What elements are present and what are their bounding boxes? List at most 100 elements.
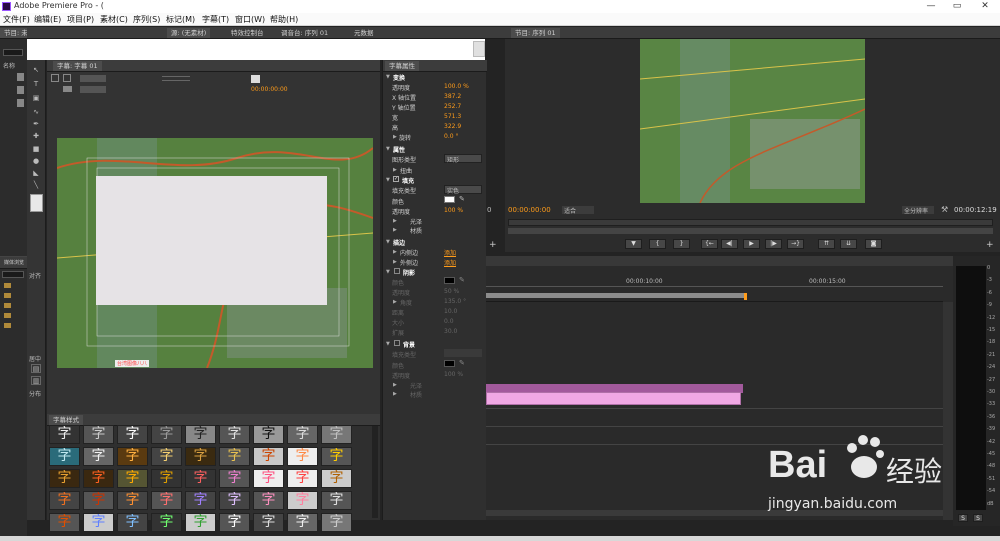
title-style-thumbnail[interactable]: 字 bbox=[83, 425, 114, 444]
path-type-tool-icon[interactable]: ∿ bbox=[31, 108, 41, 117]
area-type-tool-icon[interactable]: ▣ bbox=[31, 94, 41, 103]
title-style-thumbnail[interactable]: 字 bbox=[83, 491, 114, 510]
program-video-frame[interactable] bbox=[640, 39, 865, 203]
shadow-color-swatch[interactable] bbox=[444, 277, 455, 284]
title-style-thumbnail[interactable]: 字 bbox=[49, 491, 80, 510]
bg-opacity-value[interactable]: 100 % bbox=[444, 371, 463, 378]
shadow-opacity-value[interactable]: 50 % bbox=[444, 288, 459, 295]
show-video-icon[interactable] bbox=[251, 75, 260, 83]
title-white-rectangle[interactable] bbox=[96, 176, 327, 305]
effects-search-input[interactable] bbox=[2, 271, 24, 278]
program-timecode-left[interactable]: 00:00:00:00 bbox=[508, 206, 551, 214]
tab-title-properties[interactable]: 字幕属性 bbox=[385, 61, 419, 71]
title-style-thumbnail[interactable]: 字 bbox=[219, 469, 250, 488]
expand-icon[interactable]: ▶ bbox=[393, 227, 397, 233]
menu-sequence[interactable]: 序列(S) bbox=[133, 14, 160, 25]
go-to-in-icon[interactable]: {← bbox=[701, 239, 718, 249]
title-style-thumbnail[interactable]: 字 bbox=[117, 491, 148, 510]
title-style-thumbnail[interactable]: 字 bbox=[321, 513, 352, 532]
title-style-thumbnail[interactable]: 字 bbox=[185, 469, 216, 488]
title-style-thumbnail[interactable]: 字 bbox=[151, 447, 182, 466]
tab-media-browser[interactable]: 媒体浏览 bbox=[0, 258, 28, 268]
center-horizontal-icon[interactable]: ▤ bbox=[31, 364, 41, 373]
title-style-thumbnail[interactable]: 字 bbox=[287, 513, 318, 532]
background-checkbox[interactable] bbox=[394, 340, 400, 346]
project-search-input[interactable] bbox=[3, 49, 23, 56]
add-marker-icon[interactable]: ▼ bbox=[625, 239, 642, 249]
title-style-thumbnail[interactable]: 字 bbox=[253, 469, 284, 488]
menu-title[interactable]: 字幕(T) bbox=[202, 14, 229, 25]
menu-project[interactable]: 项目(P) bbox=[67, 14, 94, 25]
folder-icon[interactable] bbox=[4, 293, 11, 298]
title-clip[interactable] bbox=[486, 392, 741, 405]
eyedropper-icon[interactable]: ✎ bbox=[459, 276, 465, 284]
title-style-thumbnail[interactable]: 字 bbox=[117, 425, 148, 444]
ellipse-tool-icon[interactable]: ● bbox=[31, 157, 41, 166]
expand-icon[interactable]: ▶ bbox=[393, 218, 397, 224]
add-inner-stroke-link[interactable]: 添加 bbox=[444, 248, 456, 257]
title-style-thumbnail[interactable]: 字 bbox=[287, 491, 318, 510]
title-style-thumbnail[interactable]: 字 bbox=[117, 469, 148, 488]
title-style-thumbnail[interactable]: 字 bbox=[185, 513, 216, 532]
title-style-thumbnail[interactable]: 字 bbox=[253, 425, 284, 444]
expand-icon[interactable]: ▶ bbox=[393, 382, 397, 388]
menu-window[interactable]: 窗口(W) bbox=[235, 14, 265, 25]
title-style-thumbnail[interactable]: 字 bbox=[321, 469, 352, 488]
shadow-distance-value[interactable]: 10.0 bbox=[444, 308, 457, 315]
minimize-icon[interactable]: — bbox=[918, 0, 944, 13]
wedge-tool-icon[interactable]: ◣ bbox=[31, 169, 41, 178]
title-style-thumbnail[interactable]: 字 bbox=[321, 447, 352, 466]
title-style-thumbnail[interactable]: 字 bbox=[185, 491, 216, 510]
shadow-checkbox[interactable] bbox=[394, 268, 400, 274]
tab-program[interactable]: 节目: 序列 01 bbox=[511, 28, 560, 38]
title-style-thumbnail[interactable]: 字 bbox=[219, 491, 250, 510]
menu-help[interactable]: 帮助(H) bbox=[270, 14, 298, 25]
expand-icon[interactable]: ▶ bbox=[393, 299, 397, 305]
expand-icon[interactable]: ▼ bbox=[386, 239, 390, 245]
fill-color-swatch[interactable] bbox=[444, 196, 455, 203]
title-style-thumbnail[interactable]: 字 bbox=[83, 513, 114, 532]
title-style-thumbnail[interactable]: 字 bbox=[151, 469, 182, 488]
prop-y-value[interactable]: 252.7 bbox=[444, 103, 461, 110]
work-area-end-handle[interactable] bbox=[744, 293, 747, 300]
menu-clip[interactable]: 素材(C) bbox=[100, 14, 128, 25]
prop-rotation-value[interactable]: 0.0 ° bbox=[444, 133, 458, 140]
title-style-thumbnail[interactable]: 字 bbox=[49, 447, 80, 466]
background-video-icon[interactable] bbox=[63, 86, 72, 92]
file-icon[interactable] bbox=[17, 99, 24, 107]
align-lines-icon[interactable] bbox=[162, 80, 190, 81]
prop-width-value[interactable]: 571.3 bbox=[444, 113, 461, 120]
font-family-select[interactable] bbox=[80, 75, 106, 82]
expand-icon[interactable]: ▼ bbox=[386, 74, 390, 80]
folder-icon[interactable] bbox=[4, 323, 11, 328]
title-canvas[interactable]: 台湾图像八八 bbox=[57, 138, 373, 368]
pen-tool-icon[interactable]: ✒ bbox=[31, 120, 41, 129]
eyedropper-icon[interactable]: ✎ bbox=[459, 359, 465, 367]
lift-icon[interactable]: ⇈ bbox=[818, 239, 835, 249]
title-style-thumbnail[interactable]: 字 bbox=[287, 447, 318, 466]
style-swatch[interactable] bbox=[30, 194, 43, 212]
title-style-thumbnail[interactable]: 字 bbox=[185, 425, 216, 444]
rectangle-tool-icon[interactable]: ■ bbox=[31, 145, 41, 154]
solo-left-button[interactable]: S bbox=[958, 514, 968, 522]
expand-icon[interactable]: ▶ bbox=[393, 134, 397, 140]
title-style-thumbnail[interactable]: 字 bbox=[321, 491, 352, 510]
selection-tool-icon[interactable]: ↖ bbox=[31, 66, 41, 75]
title-style-thumbnail[interactable]: 字 bbox=[253, 447, 284, 466]
title-style-thumbnail[interactable]: 字 bbox=[219, 447, 250, 466]
title-style-thumbnail[interactable]: 字 bbox=[321, 425, 352, 444]
type-tool-icon[interactable]: T bbox=[31, 80, 41, 89]
program-scrubber[interactable] bbox=[508, 219, 993, 226]
title-style-thumbnail[interactable]: 字 bbox=[253, 513, 284, 532]
mark-in-icon[interactable]: { bbox=[649, 239, 666, 249]
tab-title-01[interactable]: 字幕: 字幕 01 bbox=[53, 61, 102, 71]
resolution-select[interactable]: 全分辨率 bbox=[902, 206, 934, 215]
roll-crawl-icon[interactable] bbox=[63, 74, 71, 82]
fill-checkbox[interactable]: ✓ bbox=[393, 176, 399, 182]
line-tool-icon[interactable]: ╲ bbox=[31, 181, 41, 190]
title-style-thumbnail[interactable]: 字 bbox=[287, 469, 318, 488]
folder-icon[interactable] bbox=[4, 313, 11, 318]
menu-marker[interactable]: 标记(M) bbox=[166, 14, 195, 25]
menu-edit[interactable]: 编辑(E) bbox=[34, 14, 61, 25]
title-timecode[interactable]: 00:00:00:00 bbox=[251, 86, 288, 93]
